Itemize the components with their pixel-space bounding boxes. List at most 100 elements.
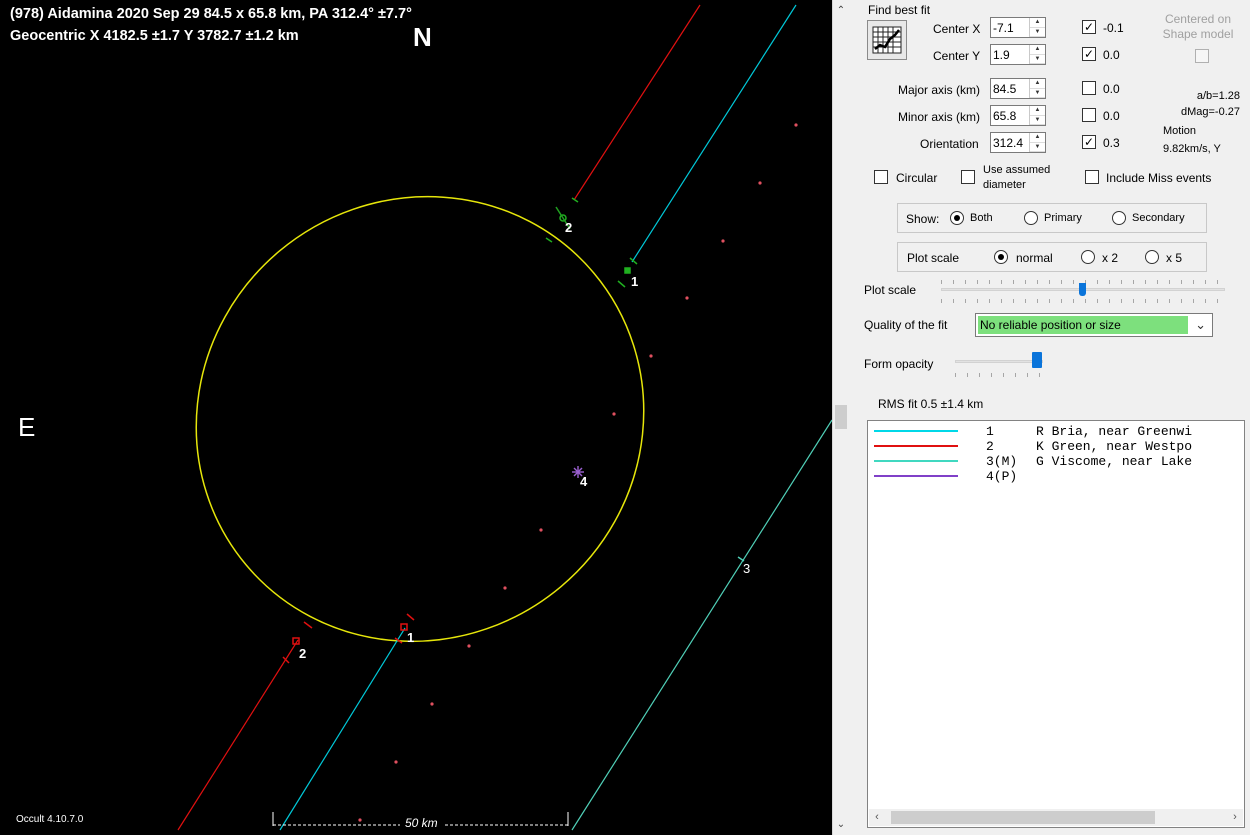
orientation-checkbox[interactable]: ✓ [1082,135,1096,149]
version-label: Occult 4.10.7.0 [16,814,84,825]
show-both-radio[interactable] [950,211,964,225]
rms-fit-text: RMS fit 0.5 ±1.4 km [878,397,984,411]
chord-label-lower-1: 1 [407,630,415,645]
center-y-spinner[interactable]: ▲ ▼ [1029,45,1045,64]
plot-scale-x2-radio[interactable] [1081,250,1095,264]
observer-id: 2 [986,439,994,454]
use-assumed-diameter-checkbox[interactable] [961,170,975,184]
show-both-label: Both [970,212,993,224]
chord-2-lower [177,639,299,831]
chord-label-upper-2: 2 [565,220,573,235]
scroll-thumb[interactable] [835,405,847,429]
center-x-checkbox[interactable]: ✓ [1082,20,1096,34]
quality-value: No reliable position or size [978,316,1188,334]
minor-axis-input[interactable]: 65.8 ▲ ▼ [990,105,1046,126]
scroll-left-icon[interactable]: ‹ [869,809,885,826]
orientation-value: 312.4 [993,135,1024,150]
circular-label: Circular [896,171,938,185]
center-y-checkbox[interactable]: ✓ [1082,47,1096,61]
center-x-label: Center X [933,22,981,36]
circular-checkbox[interactable] [874,170,888,184]
center-x-step: -0.1 [1103,21,1124,35]
find-best-fit-button[interactable] [867,20,907,60]
scroll-right-icon[interactable]: › [1227,809,1243,826]
plot-scale-normal-radio[interactable] [994,250,1008,264]
plot-scale-x2-label: x 2 [1102,251,1119,265]
minor-axis-checkbox[interactable] [1082,108,1096,122]
center-x-value: -7.1 [993,20,1014,35]
observer-row[interactable]: 2 K Green, near Westpo [868,440,1244,453]
form-opacity-slider-track[interactable] [955,360,1043,363]
center-x-spinner[interactable]: ▲ ▼ [1029,18,1045,37]
plot-title-line1: (978) Aidamina 2020 Sep 29 84.5 x 65.8 k… [10,6,412,22]
observer-text: G Viscome, near Lake [1036,454,1193,469]
major-axis-step: 0.0 [1103,82,1120,96]
major-axis-checkbox[interactable] [1082,81,1096,95]
plot-title-line2: Geocentric X 4182.5 ±1.7 Y 3782.7 ±1.2 k… [10,28,299,44]
plot-canvas [177,4,832,831]
plot-scale-x5-radio[interactable] [1145,250,1159,264]
observer-list[interactable]: 1 R Bria, near Greenwi 2 K Green, near W… [867,420,1245,828]
plot-scale-slider-ticks-bottom [941,299,1225,303]
plot-scale-group: Plot scale normal x 2 x 5 [897,242,1207,272]
horizontal-scroll-thumb[interactable] [891,811,1155,824]
observer-id: 4(P) [986,469,1018,484]
minor-axis-value: 65.8 [993,108,1017,123]
chord-1-upper [631,4,797,263]
show-secondary-radio[interactable] [1112,211,1126,225]
orientation-label: Orientation [920,137,979,151]
orientation-spinner[interactable]: ▲ ▼ [1029,133,1045,152]
orientation-step: 0.3 [1103,136,1120,150]
chord-2-upper [573,4,701,201]
use-assumed-diameter-label: Use assumed diameter [983,164,1051,191]
scroll-up-icon[interactable]: ⌃ [833,2,849,19]
show-secondary-label: Secondary [1132,212,1185,224]
centered-on-shape-model-checkbox [1195,49,1209,63]
show-primary-radio[interactable] [1024,211,1038,225]
scale-label: 50 km [405,816,438,830]
major-axis-spinner[interactable]: ▲ ▼ [1029,79,1045,98]
motion-label: Motion [1163,125,1197,137]
major-axis-value: 84.5 [993,81,1017,96]
center-y-step: 0.0 [1103,48,1120,62]
event-label-4: 4 [580,474,588,489]
horizontal-scrollbar[interactable]: ‹ › [869,809,1243,826]
plot-scale-group-label: Plot scale [907,251,960,265]
show-primary-label: Primary [1044,212,1082,224]
major-axis-input[interactable]: 84.5 ▲ ▼ [990,78,1046,99]
ab-ratio-text: a/b=1.28 [1196,90,1240,102]
east-label: E [18,412,36,442]
centered-on-shape-model-label: Centered on Shape model [1162,12,1234,41]
observer-text: R Bria, near Greenwi [1036,424,1193,439]
fit-control-panel: Find best fit Center X -7.1 ▲ ▼ ✓ -0.1 Ce… [849,0,1250,835]
chord-label-3: 3 [743,561,751,576]
center-x-input[interactable]: -7.1 ▲ ▼ [990,17,1046,38]
plot-scale-normal-label: normal [1016,251,1053,265]
observer-row[interactable]: 3(M) G Viscome, near Lake [868,455,1244,468]
center-y-input[interactable]: 1.9 ▲ ▼ [990,44,1046,65]
chord-label-lower-2: 2 [299,646,307,661]
chord-2-disappear-marker [545,197,579,243]
form-opacity-slider-thumb[interactable] [1032,352,1042,368]
observer-id: 3(M) [986,454,1018,469]
observer-color-swatch [874,475,958,477]
north-label: N [413,22,432,52]
minor-axis-step: 0.0 [1103,109,1120,123]
occultation-plot[interactable]: (978) Aidamina 2020 Sep 29 84.5 x 65.8 k… [0,0,832,835]
quality-dropdown[interactable]: No reliable position or size ⌄ [975,313,1213,337]
plot-scale-slider-thumb[interactable] [1079,283,1086,296]
observer-row[interactable]: 1 R Bria, near Greenwi [868,425,1244,438]
motion-value: 9.82km/s, Y [1163,143,1221,155]
include-miss-events-checkbox[interactable] [1085,170,1099,184]
quality-label: Quality of the fit [864,318,948,332]
observer-row[interactable]: 4(P) [868,470,1244,483]
orientation-input[interactable]: 312.4 ▲ ▼ [990,132,1046,153]
show-group: Show: Both Primary Secondary [897,203,1207,233]
find-best-fit-label: Find best fit [868,3,931,17]
fit-chart-icon [872,26,902,54]
minor-axis-spinner[interactable]: ▲ ▼ [1029,106,1045,125]
scroll-down-icon[interactable]: ⌄ [833,816,849,833]
center-y-label: Center Y [933,49,981,63]
vertical-scrollbar[interactable]: ⌃ ⌄ [832,0,849,835]
asteroid-profile-ellipse [195,195,645,643]
